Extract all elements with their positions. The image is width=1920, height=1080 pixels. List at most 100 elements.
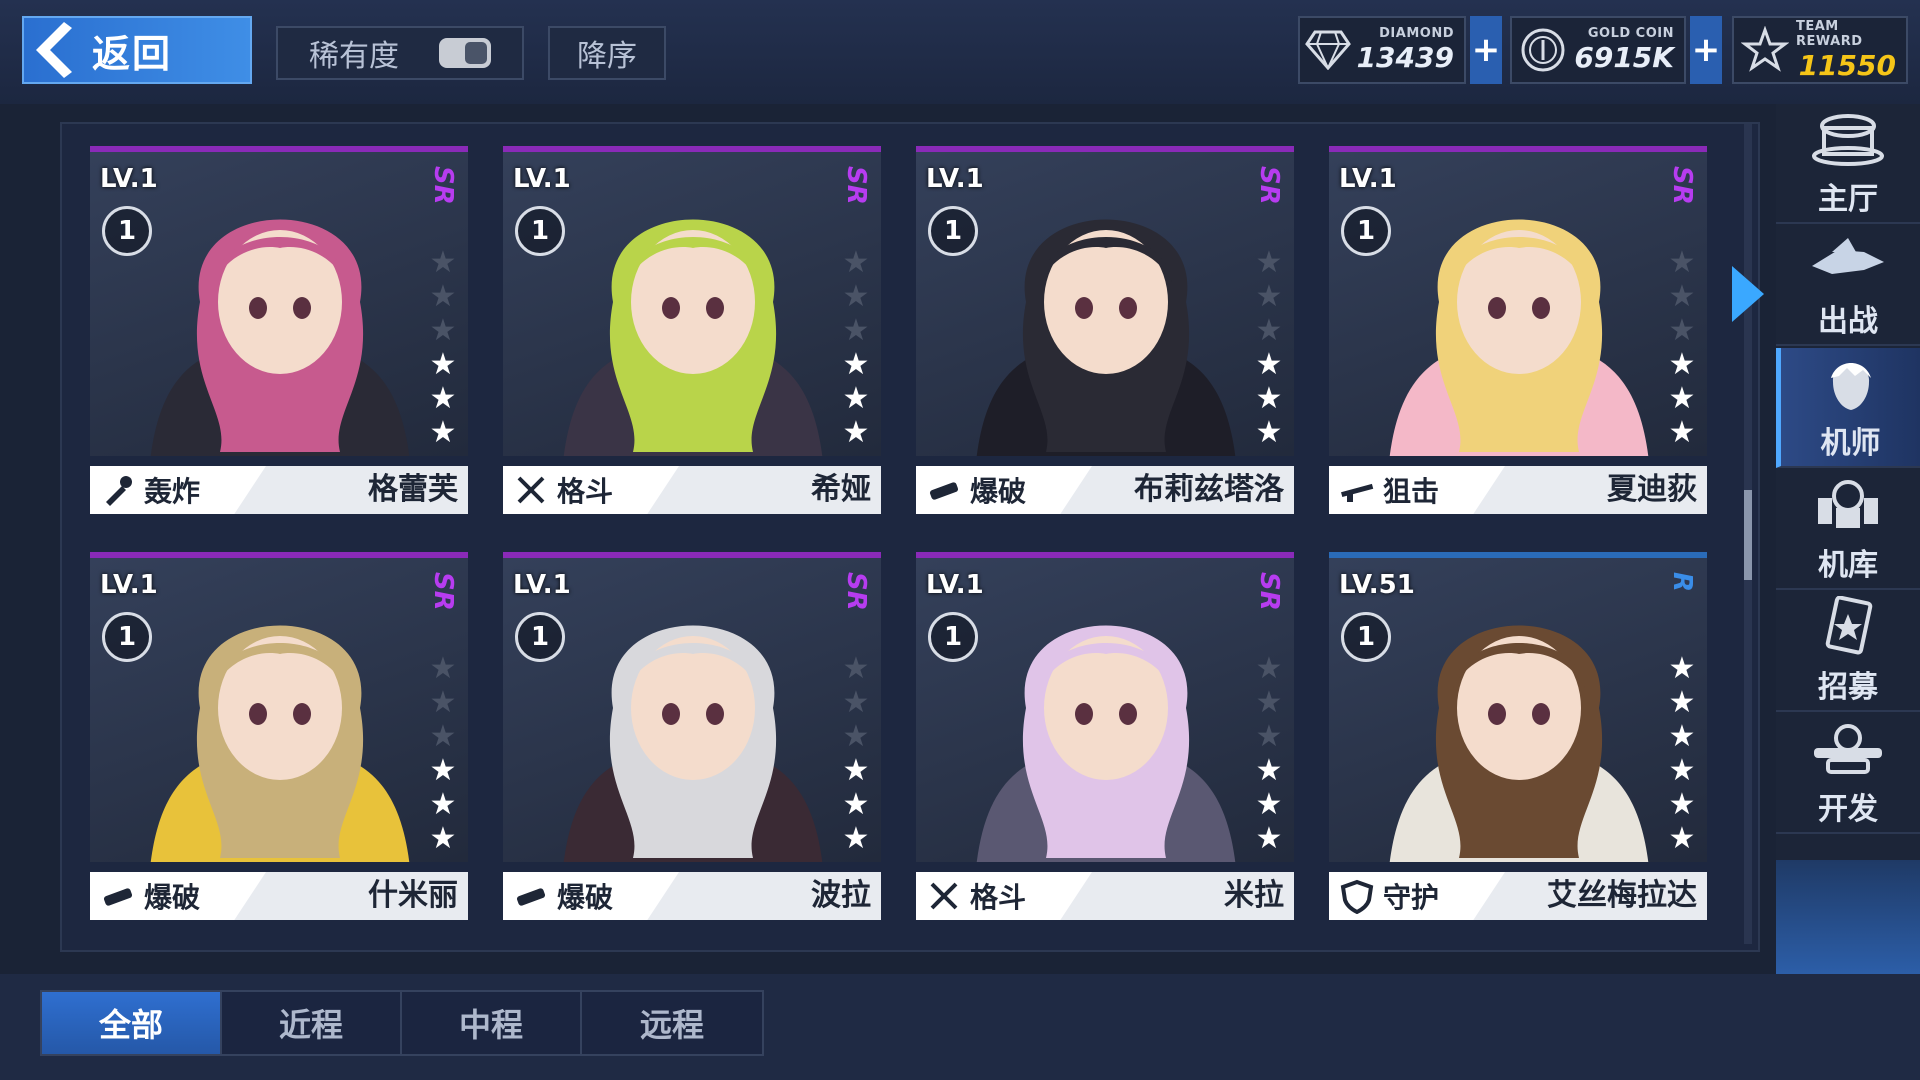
nav-recruit[interactable]: 招募 bbox=[1776, 592, 1920, 712]
rank-badge: 1 bbox=[928, 612, 978, 662]
coin-icon bbox=[1512, 19, 1574, 81]
pilot-portrait: LV.1 1 SR ★ ★ ★ ★ ★ ★ bbox=[503, 146, 881, 456]
hall-icon bbox=[1812, 114, 1884, 166]
nav-sortie[interactable]: 出战 bbox=[1776, 226, 1920, 346]
star-icon: ★ bbox=[842, 719, 870, 754]
star-rating: ★ ★ ★ ★ ★ ★ bbox=[1254, 654, 1288, 854]
character-art bbox=[1389, 625, 1649, 862]
rarity-tag: SR bbox=[1254, 166, 1284, 205]
crossed-swords-icon bbox=[930, 882, 958, 910]
pilot-card[interactable]: LV.1 1 SR ★ ★ ★ ★ ★ ★ 爆破 什米丽 bbox=[90, 552, 468, 924]
rarity-tag: SR bbox=[841, 572, 871, 611]
role-label: 守护 bbox=[1383, 881, 1440, 914]
star-icon: ★ bbox=[842, 651, 870, 686]
pilot-name: 夏迪荻 bbox=[1607, 472, 1697, 507]
star-icon: ★ bbox=[429, 753, 457, 788]
pilot-level: LV.1 bbox=[100, 570, 158, 600]
rarity-filter-button[interactable]: 稀有度 bbox=[276, 26, 524, 80]
team-reward-value: 11550 bbox=[1798, 48, 1896, 82]
star-icon: ★ bbox=[1668, 381, 1696, 416]
diamond-icon bbox=[1300, 19, 1357, 81]
role-tag: 格斗 bbox=[916, 872, 1092, 920]
pilot-card[interactable]: LV.1 1 SR ★ ★ ★ ★ ★ ★ 轰炸 格蕾芙 bbox=[90, 146, 468, 518]
star-icon: ★ bbox=[842, 753, 870, 788]
star-icon: ★ bbox=[842, 313, 870, 348]
pilot-card[interactable]: LV.1 1 SR ★ ★ ★ ★ ★ ★ 格斗 希娅 bbox=[503, 146, 881, 518]
star-icon: ★ bbox=[1255, 719, 1283, 754]
nav-recruit-label: 招募 bbox=[1818, 670, 1878, 705]
launcher-icon bbox=[929, 482, 959, 500]
pilot-name: 米拉 bbox=[1224, 878, 1284, 913]
add-diamond-button[interactable]: + bbox=[1470, 16, 1502, 84]
star-icon: ★ bbox=[429, 245, 457, 280]
pilot-name: 波拉 bbox=[811, 878, 871, 913]
rifle-icon bbox=[1341, 483, 1374, 502]
launcher-icon bbox=[516, 888, 546, 906]
character-art bbox=[150, 219, 410, 456]
scrollbar-thumb[interactable] bbox=[1744, 490, 1752, 580]
role-tag: 格斗 bbox=[503, 466, 679, 514]
pilot-card[interactable]: LV.1 1 SR ★ ★ ★ ★ ★ ★ 爆破 波拉 bbox=[503, 552, 881, 924]
nav-hangar-label: 机库 bbox=[1818, 548, 1878, 583]
pilot-info-bar: 格斗 希娅 bbox=[503, 466, 881, 514]
pilot-name: 布莉兹塔洛 bbox=[1134, 472, 1284, 507]
nav-develop[interactable]: 开发 bbox=[1776, 714, 1920, 834]
rarity-toggle[interactable] bbox=[439, 38, 491, 68]
rank-badge: 1 bbox=[515, 612, 565, 662]
tab-mid-range[interactable]: 中程 bbox=[402, 992, 582, 1054]
back-button[interactable]: 返回 bbox=[22, 16, 252, 84]
character-art bbox=[1389, 219, 1649, 456]
team-reward-caption: TEAM REWARD bbox=[1796, 18, 1863, 49]
tab-all[interactable]: 全部 bbox=[42, 992, 222, 1054]
team-reward-counter: TEAM REWARD 11550 bbox=[1732, 16, 1908, 84]
nav-pilot[interactable]: 机师 bbox=[1776, 348, 1920, 468]
pilot-portrait: LV.1 1 SR ★ ★ ★ ★ ★ ★ bbox=[916, 146, 1294, 456]
role-label: 爆破 bbox=[557, 881, 614, 914]
star-icon: ★ bbox=[429, 685, 457, 720]
pilot-portrait: LV.51 1 R ★ ★ ★ ★ ★ ★ bbox=[1329, 552, 1707, 862]
pilot-card[interactable]: LV.1 1 SR ★ ★ ★ ★ ★ ★ 爆破 布莉兹塔洛 bbox=[916, 146, 1294, 518]
rarity-tag: R bbox=[1667, 572, 1697, 593]
star-icon: ★ bbox=[1255, 685, 1283, 720]
star-icon: ★ bbox=[842, 415, 870, 450]
pilot-portrait: LV.1 1 SR ★ ★ ★ ★ ★ ★ bbox=[503, 552, 881, 862]
rank-badge: 1 bbox=[102, 612, 152, 662]
pilot-level: LV.1 bbox=[100, 164, 158, 194]
sort-label: 降序 bbox=[577, 39, 637, 74]
star-icon: ★ bbox=[1668, 685, 1696, 720]
pilot-card[interactable]: LV.1 1 SR ★ ★ ★ ★ ★ ★ 狙击 夏迪荻 bbox=[1329, 146, 1707, 518]
role-tag: 狙击 bbox=[1329, 466, 1505, 514]
pilot-card[interactable]: LV.51 1 R ★ ★ ★ ★ ★ ★ 守护 艾丝梅拉达 bbox=[1329, 552, 1707, 924]
star-icon: ★ bbox=[1255, 347, 1283, 382]
pilot-name: 格蕾芙 bbox=[368, 472, 458, 507]
star-icon: ★ bbox=[1668, 245, 1696, 280]
nav-hall[interactable]: 主厅 bbox=[1776, 104, 1920, 224]
pilot-name: 什米丽 bbox=[368, 878, 458, 913]
pilot-info-bar: 狙击 夏迪荻 bbox=[1329, 466, 1707, 514]
star-icon: ★ bbox=[429, 415, 457, 450]
pilot-level: LV.51 bbox=[1339, 570, 1415, 600]
pilot-portrait: LV.1 1 SR ★ ★ ★ ★ ★ ★ bbox=[90, 552, 468, 862]
side-nav: 主厅 出战 机师 机库 招募 开发 bbox=[1776, 104, 1920, 974]
star-rating: ★ ★ ★ ★ ★ ★ bbox=[841, 654, 875, 854]
star-icon: ★ bbox=[1255, 313, 1283, 348]
pilot-level: LV.1 bbox=[926, 164, 984, 194]
nav-hangar[interactable]: 机库 bbox=[1776, 470, 1920, 590]
star-icon: ★ bbox=[429, 381, 457, 416]
launcher-icon bbox=[103, 888, 133, 906]
sort-order-button[interactable]: 降序 bbox=[548, 26, 666, 80]
star-icon: ★ bbox=[1255, 381, 1283, 416]
star-icon: ★ bbox=[1255, 753, 1283, 788]
add-gold-button[interactable]: + bbox=[1690, 16, 1722, 84]
star-icon: ★ bbox=[1668, 313, 1696, 348]
star-icon: ★ bbox=[1255, 651, 1283, 686]
rarity-tag: SR bbox=[428, 572, 458, 611]
crossed-swords-icon bbox=[517, 476, 545, 504]
role-label: 轰炸 bbox=[144, 475, 201, 508]
tab-short-range[interactable]: 近程 bbox=[222, 992, 402, 1054]
chevron-left-icon bbox=[36, 22, 72, 78]
pilot-card[interactable]: LV.1 1 SR ★ ★ ★ ★ ★ ★ 格斗 米拉 bbox=[916, 552, 1294, 924]
character-art bbox=[976, 219, 1236, 456]
role-tag: 爆破 bbox=[503, 872, 679, 920]
tab-long-range[interactable]: 远程 bbox=[582, 992, 762, 1054]
